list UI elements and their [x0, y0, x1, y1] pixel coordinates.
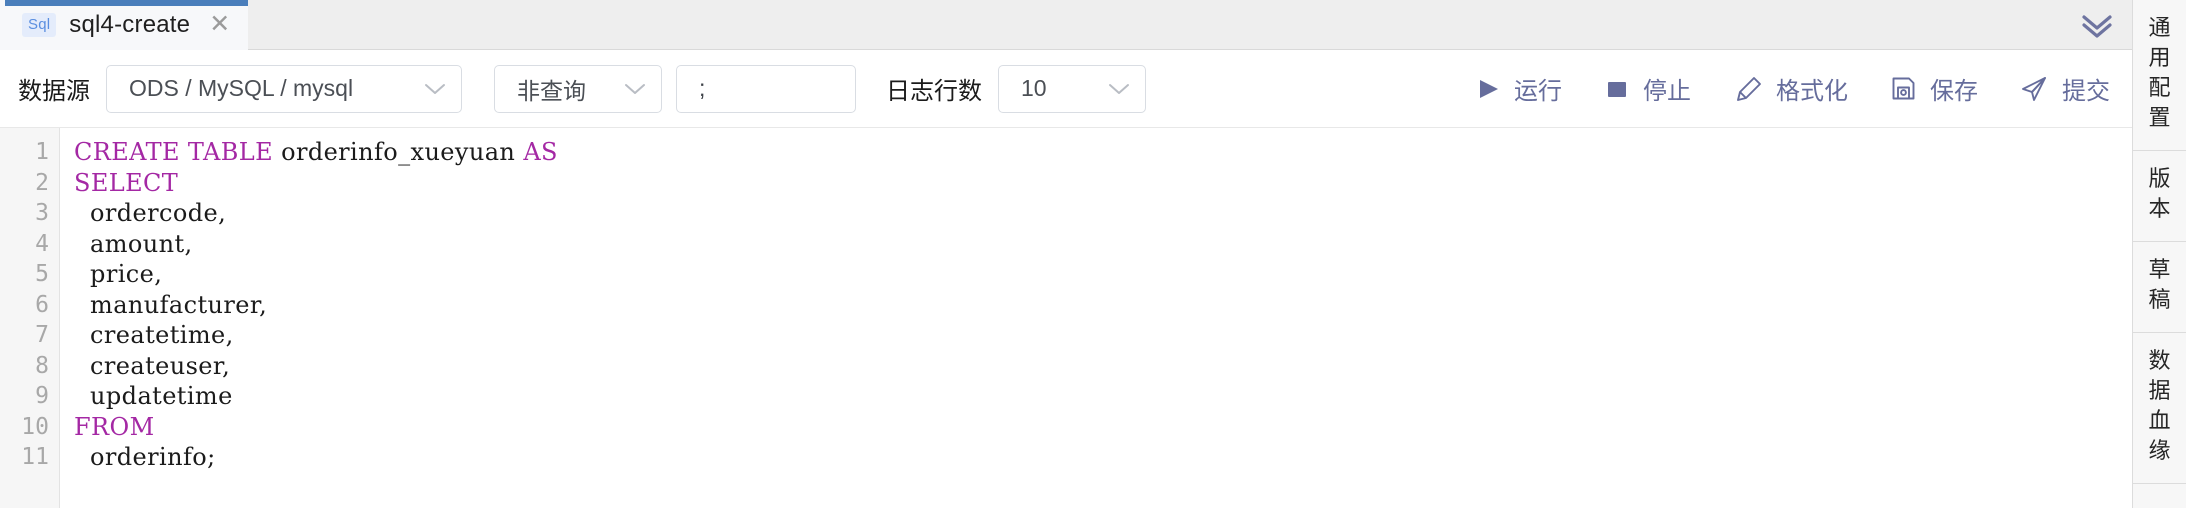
line-number-gutter: 1 2 3 4 5 6 7 8 9 10 11: [0, 128, 60, 508]
sidebar-item-label-char: 血: [2148, 409, 2171, 434]
send-paperplane-icon: [2020, 75, 2049, 103]
save-disk-icon: [1890, 75, 1917, 102]
stop-square-icon: [1604, 76, 1630, 102]
close-icon[interactable]: ✕: [209, 12, 230, 37]
line-number: 6: [35, 291, 49, 318]
code-line: FROM: [74, 412, 2132, 443]
code-line: createuser,: [74, 351, 2132, 382]
sql-keyword: FROM: [74, 412, 155, 441]
sidebar-item-2[interactable]: 草稿: [2133, 242, 2186, 333]
sidebar-item-label-char: 版: [2148, 167, 2171, 192]
chevron-down-icon: [623, 82, 647, 96]
chevron-down-icon: [423, 82, 447, 96]
code-content[interactable]: CREATE TABLE orderinfo_xueyuan AS SELECT …: [60, 128, 2132, 508]
tab-title: sql4-create: [69, 10, 191, 38]
code-line: ordercode,: [74, 198, 2132, 229]
tab-sql4-create[interactable]: Sql sql4-create ✕: [0, 0, 249, 50]
sidebar-item-label-char: 本: [2148, 197, 2171, 222]
code-text: updatetime: [74, 382, 233, 410]
sidebar-item-1[interactable]: 版本: [2133, 151, 2186, 242]
code-line: updatetime: [74, 381, 2132, 412]
datasource-value: ODS / MySQL / mysql: [129, 75, 354, 101]
log-rows-value: 10: [1021, 75, 1047, 101]
code-text: orderinfo_xueyuan: [273, 138, 524, 166]
brush-icon: [1733, 75, 1763, 103]
stop-button[interactable]: 停止: [1604, 71, 1691, 106]
sidebar-item-label-char: 稿: [2148, 288, 2171, 313]
editor-toolbar: 数据源 ODS / MySQL / mysql 非查询 ; 日志行数 10 运行…: [0, 50, 2132, 128]
line-number: 5: [35, 261, 49, 287]
save-button[interactable]: 保存: [1890, 71, 1978, 106]
code-line: amount,: [74, 229, 2132, 260]
run-label: 运行: [1514, 78, 1562, 105]
sidebar-item-0[interactable]: 通用配置: [2133, 0, 2186, 151]
log-rows-label: 日志行数: [886, 78, 982, 105]
code-line: orderinfo;: [74, 442, 2132, 473]
play-icon: [1475, 76, 1501, 102]
sql-type-badge: Sql: [22, 12, 57, 37]
statement-separator-value: ;: [699, 75, 706, 101]
code-text: price,: [74, 260, 163, 288]
line-number: 9: [35, 383, 49, 409]
line-number: 1: [35, 139, 49, 165]
line-number: 2: [35, 169, 49, 196]
sql-keyword: AS: [523, 138, 558, 166]
sidebar-item-label-char: 数: [2148, 349, 2171, 374]
main-column: Sql sql4-create ✕ 数据源 ODS / MySQL / mysq…: [0, 0, 2132, 508]
sql-editor-window: Sql sql4-create ✕ 数据源 ODS / MySQL / mysq…: [0, 0, 2186, 508]
line-number: 8: [35, 352, 49, 379]
sidebar-item-label-char: 缘: [2148, 439, 2171, 464]
line-number: 11: [21, 444, 49, 470]
sql-keyword: SELECT: [74, 168, 179, 197]
line-number: 7: [35, 322, 49, 348]
sidebar-item-label-char: 用: [2148, 46, 2171, 71]
format-label: 格式化: [1776, 78, 1848, 105]
sidebar-item-3[interactable]: 数据血缘: [2133, 333, 2186, 484]
code-text: createtime,: [74, 321, 234, 349]
query-type-select[interactable]: 非查询: [494, 64, 662, 113]
line-number: 3: [35, 200, 49, 226]
submit-label: 提交: [2062, 78, 2110, 105]
right-sidebar: 通用配置版本草稿数据血缘: [2132, 0, 2186, 508]
log-rows-select[interactable]: 10: [998, 64, 1146, 113]
submit-button[interactable]: 提交: [2020, 71, 2110, 106]
sql-code-editor[interactable]: 1 2 3 4 5 6 7 8 9 10 11 CREATE TABLE orderinfo_xue…: [0, 128, 2132, 508]
code-line: manufacturer,: [74, 290, 2132, 321]
code-text: createuser,: [74, 351, 231, 380]
code-line: CREATE TABLE orderinfo_xueyuan AS: [74, 137, 2132, 168]
line-number: 4: [35, 230, 49, 257]
code-line: SELECT: [74, 168, 2132, 199]
line-number: 10: [21, 413, 49, 440]
code-text: manufacturer,: [74, 290, 268, 319]
query-type-value: 非查询: [517, 77, 586, 104]
code-text: amount,: [74, 229, 193, 258]
sidebar-item-label-char: 置: [2148, 106, 2171, 131]
code-line: price,: [74, 259, 2132, 290]
code-line: createtime,: [74, 320, 2132, 351]
code-text: ordercode,: [74, 199, 227, 227]
chevron-down-icon: [1107, 82, 1131, 96]
datasource-label: 数据源: [18, 78, 90, 105]
double-chevron-down-icon[interactable]: [2062, 0, 2132, 50]
code-text: orderinfo;: [74, 443, 216, 471]
format-button[interactable]: 格式化: [1733, 71, 1848, 106]
sidebar-item-label-char: 草: [2148, 258, 2171, 283]
save-label: 保存: [1930, 78, 1978, 105]
run-button[interactable]: 运行: [1475, 71, 1562, 106]
sql-keyword: CREATE TABLE: [74, 138, 274, 166]
stop-label: 停止: [1643, 78, 1691, 105]
sidebar-item-label-char: 据: [2148, 379, 2171, 404]
datasource-select[interactable]: ODS / MySQL / mysql: [106, 64, 462, 113]
sidebar-item-label-char: 通: [2148, 16, 2171, 41]
tab-bar: Sql sql4-create ✕: [0, 0, 2132, 50]
sidebar-item-label-char: 配: [2148, 76, 2171, 101]
statement-separator-input[interactable]: ;: [676, 64, 856, 113]
